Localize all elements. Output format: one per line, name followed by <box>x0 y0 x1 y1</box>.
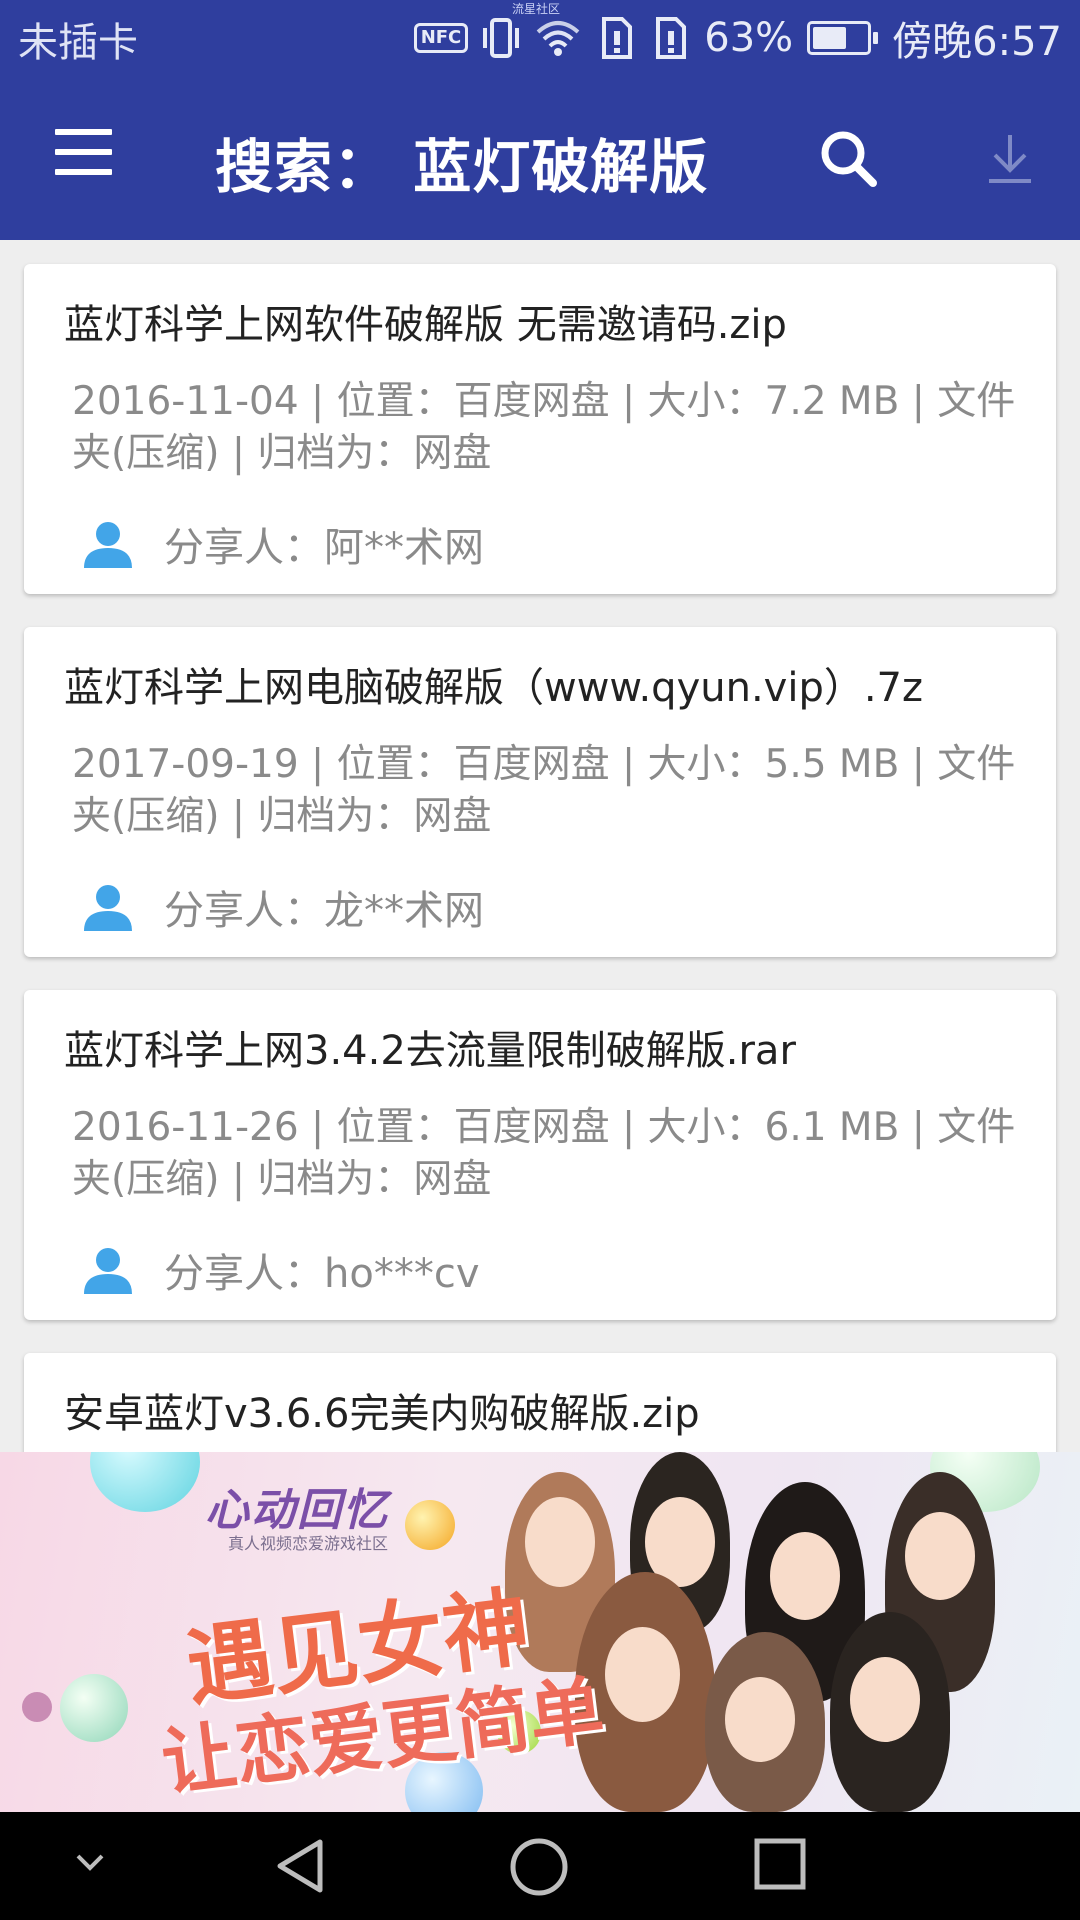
app-header: 未插卡 流星社区 NFC 63% 傍晚6:57 搜索： 蓝灯破解版 <box>0 0 1080 240</box>
vibrate-icon <box>482 16 520 60</box>
chevron-down-icon[interactable] <box>70 1848 110 1882</box>
ad-model-face <box>725 1677 795 1762</box>
battery-icon <box>807 20 879 55</box>
page-title: 搜索： 蓝灯破解版 <box>215 133 709 201</box>
home-icon[interactable] <box>508 1836 570 1902</box>
ad-model-face <box>605 1627 680 1722</box>
ad-model-face <box>770 1532 840 1620</box>
carrier-label: 未插卡 <box>18 20 138 66</box>
download-icon[interactable] <box>975 125 1045 195</box>
ad-bubble <box>60 1674 128 1742</box>
ad-subtitle: 真人视频恋爱游戏社区 <box>228 1534 389 1553</box>
nfc-icon: NFC <box>413 22 469 53</box>
sharer-row: 分享人：ho***cv <box>82 1240 480 1300</box>
ad-model-face <box>525 1497 595 1587</box>
result-card[interactable]: 蓝灯科学上网电脑破解版（www.qyun.vip）.7z 2017-09-19 … <box>24 627 1056 957</box>
status-icons: NFC 63% 傍晚6:57 <box>413 10 1062 65</box>
ad-model-face <box>905 1512 975 1600</box>
result-title[interactable]: 蓝灯科学上网电脑破解版（www.qyun.vip）.7z <box>64 655 923 713</box>
navigation-bar <box>0 1812 1080 1920</box>
sim-alert-icon <box>596 15 636 61</box>
battery-percent: 63% <box>704 14 794 61</box>
wifi-icon <box>534 18 582 58</box>
toolbar: 搜索： 蓝灯破解版 <box>0 75 1080 240</box>
ad-bubble <box>405 1500 455 1550</box>
result-card[interactable]: 蓝灯科学上网软件破解版 无需邀请码.zip 2016-11-04 | 位置：百度… <box>24 264 1056 594</box>
clock: 傍晚6:57 <box>892 18 1062 65</box>
ad-logo: 心动回忆 <box>205 1485 389 1536</box>
ad-model-face <box>850 1657 920 1742</box>
recents-icon[interactable] <box>752 1836 808 1896</box>
ad-bubble <box>90 1452 200 1512</box>
result-meta: 2016-11-04 | 位置：百度网盘 | 大小：7.2 MB | 文件夹(压… <box>72 379 1016 476</box>
result-title[interactable]: 蓝灯科学上网3.4.2去流量限制破解版.rar <box>64 1018 796 1076</box>
sharer-row: 分享人：阿**术网 <box>82 514 484 574</box>
search-icon[interactable] <box>815 125 885 195</box>
battery-fill <box>813 26 847 49</box>
sharer-row: 分享人：龙**术网 <box>82 877 484 937</box>
status-bar: 未插卡 流星社区 NFC 63% 傍晚6:57 <box>0 0 1080 75</box>
person-icon <box>84 1248 132 1294</box>
sim-alert-icon-2 <box>650 15 690 61</box>
result-card[interactable]: 安卓蓝灯v3.6.6完美内购破解版.zip <box>24 1353 1056 1452</box>
result-card[interactable]: 蓝灯科学上网3.4.2去流量限制破解版.rar 2016-11-26 | 位置：… <box>24 990 1056 1320</box>
person-icon <box>84 522 132 568</box>
result-title[interactable]: 安卓蓝灯v3.6.6完美内购破解版.zip <box>64 1381 700 1439</box>
results-list: 蓝灯科学上网软件破解版 无需邀请码.zip 2016-11-04 | 位置：百度… <box>0 240 1080 1452</box>
menu-icon[interactable] <box>40 125 130 185</box>
sharer-label: 分享人：龙**术网 <box>164 888 484 934</box>
result-title[interactable]: 蓝灯科学上网软件破解版 无需邀请码.zip <box>64 292 787 350</box>
result-meta: 2017-09-19 | 位置：百度网盘 | 大小：5.5 MB | 文件夹(压… <box>72 742 1016 839</box>
back-icon[interactable] <box>270 1836 330 1900</box>
result-meta: 2016-11-26 | 位置：百度网盘 | 大小：6.1 MB | 文件夹(压… <box>72 1105 1016 1202</box>
ad-banner[interactable]: 心动回忆 真人视频恋爱游戏社区 遇见女神 让恋爱更简单 <box>0 1452 1080 1812</box>
ad-bubble <box>22 1692 52 1722</box>
person-icon <box>84 885 132 931</box>
sharer-label: 分享人：阿**术网 <box>164 525 484 571</box>
sharer-label: 分享人：ho***cv <box>164 1251 480 1297</box>
